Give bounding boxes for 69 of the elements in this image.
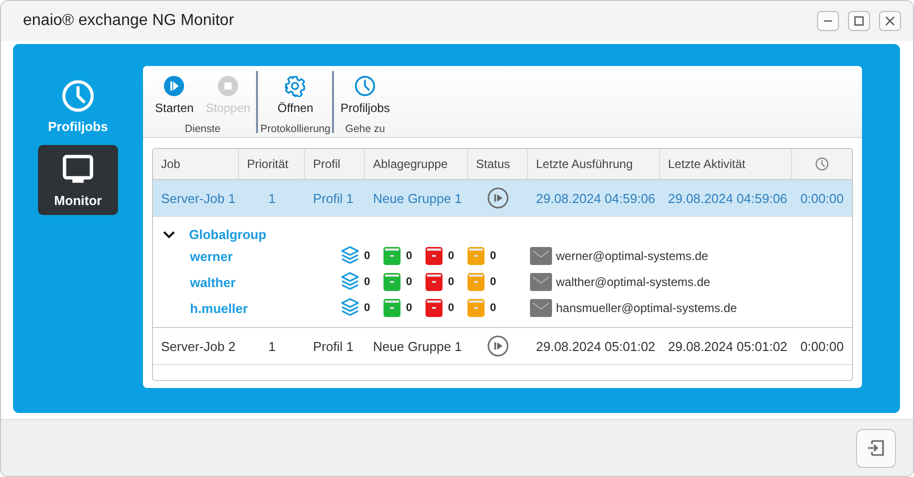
window-title: enaio® exchange NG Monitor bbox=[23, 12, 236, 30]
close-icon bbox=[884, 15, 896, 27]
count: 0 bbox=[490, 302, 498, 314]
email: walther@optimal-systems.de bbox=[556, 275, 710, 289]
count: 0 bbox=[490, 250, 498, 262]
close-button[interactable] bbox=[879, 11, 901, 31]
table-cell-text: 29.08.2024 05:01:02 bbox=[667, 338, 788, 354]
sidebar-item[interactable]: Monitor bbox=[38, 145, 118, 215]
count: 0 bbox=[448, 276, 456, 288]
user-name: walther bbox=[190, 274, 237, 290]
column-header[interactable]: Ablagegruppe bbox=[365, 149, 468, 179]
toolbar-button[interactable]: Starten bbox=[149, 75, 200, 115]
stop-icon bbox=[217, 75, 240, 97]
clock-icon bbox=[815, 157, 829, 171]
layers-icon bbox=[340, 246, 360, 266]
mail-icon bbox=[530, 273, 552, 291]
play-icon bbox=[487, 187, 509, 209]
count: 0 bbox=[406, 302, 414, 314]
column-header[interactable]: Status bbox=[468, 149, 528, 179]
table-cell-text: 0:00:00 bbox=[799, 190, 845, 206]
user-name: h.mueller bbox=[190, 300, 249, 316]
group-label: Protokollierung bbox=[259, 123, 332, 135]
count: 0 bbox=[448, 250, 456, 262]
play-icon bbox=[163, 75, 186, 97]
table-cell-text: 29.08.2024 04:59:06 bbox=[535, 190, 656, 206]
mail-icon bbox=[530, 299, 552, 317]
table-cell-text: 29.08.2024 04:59:06 bbox=[667, 190, 788, 206]
play-icon bbox=[487, 335, 509, 357]
toolbar-button[interactable]: Profiljobs bbox=[334, 75, 396, 115]
count: 0 bbox=[364, 302, 372, 314]
table-cell-text: 1 bbox=[267, 338, 277, 354]
count: 0 bbox=[364, 250, 372, 262]
email: werner@optimal-systems.de bbox=[556, 249, 708, 263]
group-label: Dienste bbox=[184, 123, 222, 135]
count: 0 bbox=[490, 276, 498, 288]
group-name: Globalgroup bbox=[189, 226, 266, 242]
table-cell-text: Profil 1 bbox=[312, 338, 354, 354]
maximize-button[interactable] bbox=[848, 11, 870, 31]
table-cell-text: 29.08.2024 05:01:02 bbox=[535, 338, 656, 354]
toolbar-button[interactable]: Öffnen bbox=[272, 75, 320, 115]
maximize-icon bbox=[853, 15, 865, 27]
column-header[interactable]: Profil bbox=[305, 149, 365, 179]
layers-icon bbox=[340, 298, 360, 318]
column-header[interactable]: Letzte Aktivität bbox=[660, 149, 792, 179]
mail-icon bbox=[530, 247, 552, 265]
table-cell-text: Server-Job 2 bbox=[160, 338, 236, 354]
exit-icon bbox=[866, 438, 886, 458]
gear-icon bbox=[284, 75, 306, 97]
column-header[interactable]: Letzte Ausführung bbox=[528, 149, 660, 179]
count: 0 bbox=[406, 250, 414, 262]
table-cell-text: Neue Gruppe 1 bbox=[372, 338, 463, 354]
count: 0 bbox=[448, 302, 456, 314]
table-cell-text: Neue Gruppe 1 bbox=[372, 190, 463, 206]
table-row[interactable]: Server-Job 2 1 Profil 1 Neue Gruppe 1 29.08.2024 05:01:02 29.08.2024 05:01:02 0:00:00 bbox=[153, 328, 852, 365]
table-cell-text: Profil 1 bbox=[312, 190, 354, 206]
count: 0 bbox=[364, 276, 372, 288]
table-cell-text: 1 bbox=[267, 190, 277, 206]
column-header[interactable]: Job bbox=[153, 149, 239, 179]
count: 0 bbox=[406, 276, 414, 288]
table-cell-text: Server-Job 1 bbox=[160, 190, 236, 206]
clock-icon bbox=[61, 78, 95, 112]
group-label: Gehe zu bbox=[344, 123, 386, 135]
layers-icon bbox=[340, 272, 360, 292]
user-name: werner bbox=[190, 248, 234, 264]
exit-button[interactable] bbox=[856, 428, 896, 468]
column-header[interactable]: Priorität bbox=[239, 149, 305, 179]
clock-icon bbox=[354, 75, 376, 97]
table-cell-text: 0:00:00 bbox=[799, 338, 845, 354]
email: hansmueller@optimal-systems.de bbox=[556, 301, 737, 315]
